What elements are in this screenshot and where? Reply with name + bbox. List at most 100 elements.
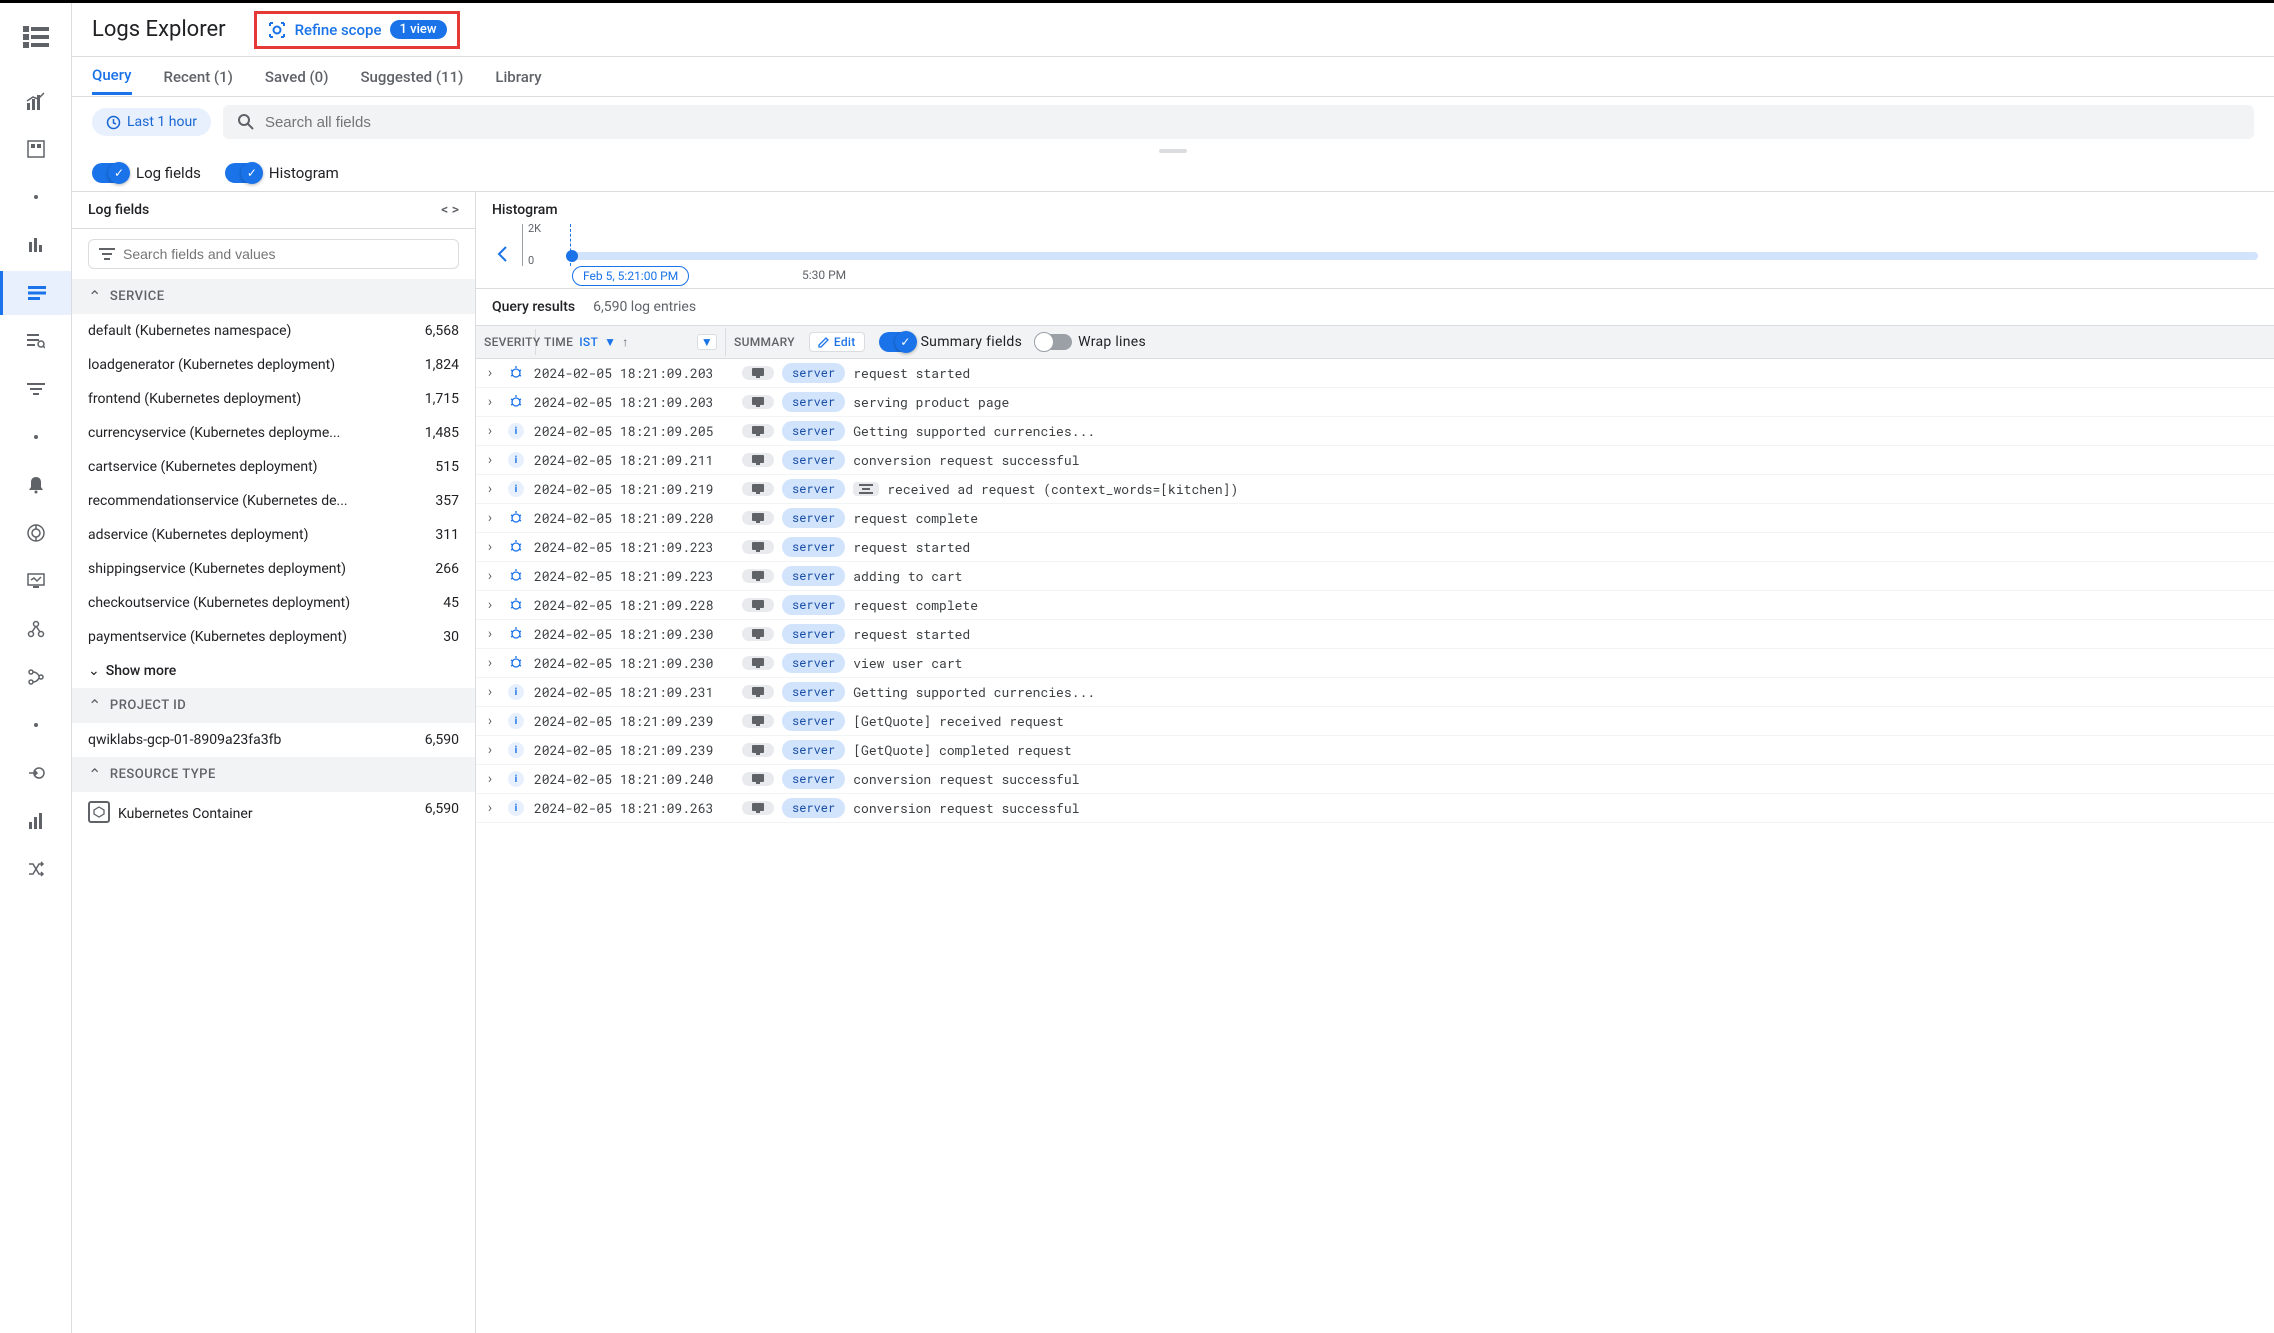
log-row[interactable]: ›i2024-02-05 18:21:09.240serverconversio… — [476, 765, 2274, 794]
tz-dropdown-icon[interactable]: ▼ — [604, 335, 616, 349]
tab-recent-[interactable]: Recent (1) — [164, 60, 233, 94]
rail-bell-icon[interactable] — [12, 463, 60, 507]
summary-fields-toggle[interactable]: ✓ — [879, 332, 915, 352]
histogram-slider-thumb[interactable] — [566, 250, 578, 262]
panel-expand-icon[interactable]: < > — [441, 202, 459, 218]
severity-cell: i — [504, 713, 528, 730]
expand-row-icon[interactable]: › — [476, 360, 504, 386]
facet-item[interactable]: currencyservice (Kubernetes deployme...1… — [72, 416, 475, 450]
log-row[interactable]: ›i2024-02-05 18:21:09.211serverconversio… — [476, 446, 2274, 475]
rail-nodes-icon[interactable] — [12, 607, 60, 651]
facet-item[interactable]: adservice (Kubernetes deployment)311 — [72, 518, 475, 552]
expand-row-icon[interactable]: › — [476, 679, 504, 705]
facet-item[interactable]: recommendationservice (Kubernetes de...3… — [72, 484, 475, 518]
expand-row-icon[interactable]: › — [476, 737, 504, 763]
facet-item[interactable]: shippingservice (Kubernetes deployment)2… — [72, 552, 475, 586]
rail-bars-icon[interactable] — [12, 223, 60, 267]
log-row[interactable]: ›i2024-02-05 18:21:09.231serverGetting s… — [476, 678, 2274, 707]
server-chip: server — [782, 363, 845, 383]
server-chip: server — [782, 537, 845, 557]
facet-item[interactable]: frontend (Kubernetes deployment)1,715 — [72, 382, 475, 416]
histogram-chart[interactable]: 2K 0 Feb 5, 5:21:00 PM 5:30 PM — [522, 224, 2258, 284]
rail-branch-icon[interactable] — [12, 655, 60, 699]
expand-row-icon[interactable]: › — [476, 447, 504, 473]
facet-item[interactable]: checkoutservice (Kubernetes deployment)4… — [72, 586, 475, 620]
col-severity-header[interactable]: SEVERITY — [476, 329, 536, 355]
expand-row-icon[interactable]: › — [476, 795, 504, 821]
expand-row-icon[interactable]: › — [476, 708, 504, 734]
rail-metrics-icon[interactable] — [12, 79, 60, 123]
histogram-prev-button[interactable] — [492, 241, 512, 267]
expand-row-icon[interactable]: › — [476, 766, 504, 792]
facet-item[interactable]: qwiklabs-gcp-01-8909a23fa3fb6,590 — [72, 723, 475, 757]
facet-item[interactable]: default (Kubernetes namespace)6,568 — [72, 314, 475, 348]
expand-row-icon[interactable]: › — [476, 476, 504, 502]
rail-logs-icon[interactable] — [0, 271, 71, 315]
facet-header-project-id[interactable]: ⌃PROJECT ID — [72, 688, 475, 723]
facet-header-service[interactable]: ⌃SERVICE — [72, 279, 475, 314]
expand-row-icon[interactable]: › — [476, 505, 504, 531]
log-row[interactable]: ›i2024-02-05 18:21:09.239server[GetQuote… — [476, 707, 2274, 736]
expand-row-icon[interactable]: › — [476, 592, 504, 618]
facet-item[interactable]: Kubernetes Container6,590 — [72, 792, 475, 832]
expand-row-icon[interactable]: › — [476, 650, 504, 676]
rail-log-analytics-icon[interactable] — [12, 319, 60, 363]
expand-row-icon[interactable]: › — [476, 418, 504, 444]
rail-import-icon[interactable] — [12, 751, 60, 795]
log-fields-toggle[interactable]: ✓ — [92, 163, 128, 183]
log-row[interactable]: ›2024-02-05 18:21:09.230serverrequest st… — [476, 620, 2274, 649]
field-search-box[interactable] — [88, 239, 459, 269]
timestamp-cell: 2024-02-05 18:21:09.205 — [528, 417, 734, 445]
expand-row-icon[interactable]: › — [476, 563, 504, 589]
search-input[interactable] — [265, 114, 2240, 131]
field-search-input[interactable] — [123, 246, 448, 262]
rail-filter-icon[interactable] — [12, 367, 60, 411]
log-row[interactable]: ›2024-02-05 18:21:09.228serverrequest co… — [476, 591, 2274, 620]
monitor-icon — [752, 600, 764, 610]
tab-saved-[interactable]: Saved (0) — [265, 60, 329, 94]
time-dropdown-icon[interactable]: ▼ — [697, 334, 717, 350]
search-all-fields[interactable] — [223, 105, 2254, 139]
edit-summary-button[interactable]: Edit — [809, 332, 865, 352]
show-more-button[interactable]: ⌄Show more — [72, 654, 475, 688]
log-message: conversion request successful — [853, 799, 1079, 817]
log-row[interactable]: ›2024-02-05 18:21:09.223serverrequest st… — [476, 533, 2274, 562]
log-row[interactable]: ›2024-02-05 18:21:09.220serverrequest co… — [476, 504, 2274, 533]
expand-row-icon[interactable]: › — [476, 621, 504, 647]
wrap-lines-toggle[interactable] — [1036, 334, 1072, 350]
log-row[interactable]: ›i2024-02-05 18:21:09.263serverconversio… — [476, 794, 2274, 823]
log-rows-container: ›2024-02-05 18:21:09.203serverrequest st… — [476, 359, 2274, 1333]
tab-library[interactable]: Library — [495, 60, 541, 94]
tab-query[interactable]: Query — [92, 58, 132, 95]
facet-header-resource-type[interactable]: ⌃RESOURCE TYPE — [72, 757, 475, 792]
log-row[interactable]: ›i2024-02-05 18:21:09.239server[GetQuote… — [476, 736, 2274, 765]
resize-handle[interactable] — [72, 147, 2274, 155]
tab-suggested-[interactable]: Suggested (11) — [360, 60, 463, 94]
log-message: conversion request successful — [853, 770, 1079, 788]
summary-cell: serverconversion request successful — [734, 447, 2274, 473]
col-time-header[interactable]: TIME IST ▼ ↑ ▼ — [536, 328, 726, 356]
histogram-toggle[interactable]: ✓ — [225, 163, 261, 183]
facet-item[interactable]: cartservice (Kubernetes deployment)515 — [72, 450, 475, 484]
log-row[interactable]: ›i2024-02-05 18:21:09.205serverGetting s… — [476, 417, 2274, 446]
log-row[interactable]: ›2024-02-05 18:21:09.203serverserving pr… — [476, 388, 2274, 417]
refine-scope-button[interactable]: Refine scope 1 view — [254, 11, 460, 49]
log-row[interactable]: ›i2024-02-05 18:21:09.219serverreceived … — [476, 475, 2274, 504]
timezone-label[interactable]: IST — [579, 335, 598, 349]
expand-row-icon[interactable]: › — [476, 389, 504, 415]
sort-asc-icon[interactable]: ↑ — [622, 335, 628, 349]
rail-logo-icon[interactable] — [12, 15, 60, 59]
log-row[interactable]: ›2024-02-05 18:21:09.230serverview user … — [476, 649, 2274, 678]
rail-error-icon[interactable] — [12, 511, 60, 555]
rail-shuffle-icon[interactable] — [12, 847, 60, 891]
resource-chip — [742, 772, 774, 786]
time-range-button[interactable]: Last 1 hour — [92, 108, 211, 136]
log-row[interactable]: ›2024-02-05 18:21:09.223serveradding to … — [476, 562, 2274, 591]
log-row[interactable]: ›2024-02-05 18:21:09.203serverrequest st… — [476, 359, 2274, 388]
expand-row-icon[interactable]: › — [476, 534, 504, 560]
rail-monitor-icon[interactable] — [12, 559, 60, 603]
facet-item[interactable]: loadgenerator (Kubernetes deployment)1,8… — [72, 348, 475, 382]
facet-item[interactable]: paymentservice (Kubernetes deployment)30 — [72, 620, 475, 654]
rail-dashboard-icon[interactable] — [12, 127, 60, 171]
rail-analytics-icon[interactable] — [12, 799, 60, 843]
